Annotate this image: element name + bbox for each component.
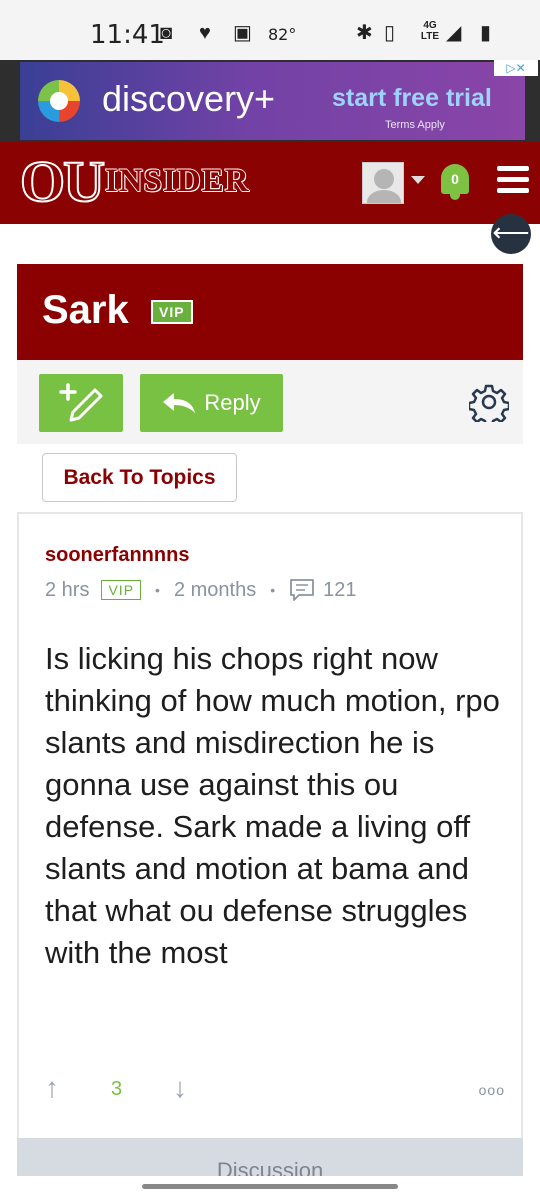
vip-badge: VIP	[151, 300, 193, 324]
signal-icon: ◢	[446, 22, 462, 44]
vibrate-icon: ▯	[384, 22, 396, 44]
heart-icon: ♥	[199, 22, 211, 44]
status-time: 11:41	[90, 20, 165, 50]
post-author[interactable]: soonerfannnns	[45, 544, 189, 567]
post-footer: ↑ 3 ↓ ooo	[45, 1072, 505, 1108]
meta-separator: •	[155, 582, 160, 598]
vote-count: 3	[111, 1078, 123, 1100]
reply-arrow-icon	[163, 393, 196, 413]
topic-action-bar: Reply	[17, 360, 523, 444]
ad-cta-link[interactable]: start free trial	[332, 84, 492, 113]
post-time: 2 hrs	[45, 578, 90, 601]
bluetooth-icon: ✱	[356, 22, 373, 44]
back-arrow-icon[interactable]: ⟵	[491, 214, 531, 254]
home-indicator[interactable]	[142, 1184, 398, 1189]
chevron-down-icon[interactable]	[411, 176, 425, 184]
author-vip-badge: VIP	[101, 580, 142, 600]
gear-icon[interactable]	[467, 382, 511, 428]
logo-ou: OU	[19, 148, 106, 215]
ad-choices-icon[interactable]: ▷✕	[494, 60, 538, 76]
ad-creative[interactable]: discovery+ start free trial Terms Apply	[20, 62, 525, 140]
post-body: Is licking his chops right now thinking …	[45, 641, 500, 970]
meta-separator: •	[270, 582, 276, 598]
downvote-arrow-icon[interactable]: ↓	[173, 1072, 187, 1104]
post-card: soonerfannnns 2 hrs VIP • 2 months • 121…	[17, 512, 523, 1152]
new-topic-button[interactable]	[39, 374, 123, 432]
notification-count: 0	[451, 171, 459, 187]
site-header: OU INSIDER 0	[0, 142, 540, 224]
site-logo[interactable]: OU INSIDER	[19, 148, 250, 215]
status-bar: 11:41 ◙ ♥ ▣ 82° ✱ ▯ 4G LTE ◢ ▮	[0, 0, 540, 60]
member-duration: 2 months	[173, 578, 257, 601]
camera-icon: ◙	[160, 22, 173, 44]
topic-header: Sark VIP	[17, 264, 523, 360]
post-count: 121	[323, 578, 357, 601]
add-edit-icon	[59, 383, 103, 422]
logo-insider: INSIDER	[105, 162, 250, 199]
upvote-arrow-icon[interactable]: ↑	[45, 1072, 59, 1104]
comment-icon	[290, 579, 315, 601]
reply-button[interactable]: Reply	[140, 374, 283, 432]
ad-banner[interactable]: discovery+ start free trial Terms Apply …	[0, 60, 540, 142]
network-type: 4G LTE	[420, 20, 440, 42]
ad-terms: Terms Apply	[385, 119, 445, 131]
discovery-logo-icon	[38, 80, 80, 122]
menu-icon[interactable]	[497, 166, 529, 196]
status-temperature: 82°	[268, 25, 297, 44]
post-meta: 2 hrs VIP • 2 months • 121	[45, 578, 357, 602]
reply-label: Reply	[204, 390, 261, 415]
topic-title: Sark	[42, 288, 129, 332]
image-icon: ▣	[233, 22, 252, 44]
ad-brand: discovery+	[102, 78, 276, 119]
battery-icon: ▮	[480, 22, 492, 44]
user-avatar[interactable]	[362, 162, 404, 204]
more-options-icon[interactable]: ooo	[479, 1082, 505, 1098]
notifications-bell-icon[interactable]: 0	[438, 162, 472, 202]
back-to-topics-button[interactable]: Back To Topics	[42, 453, 237, 502]
